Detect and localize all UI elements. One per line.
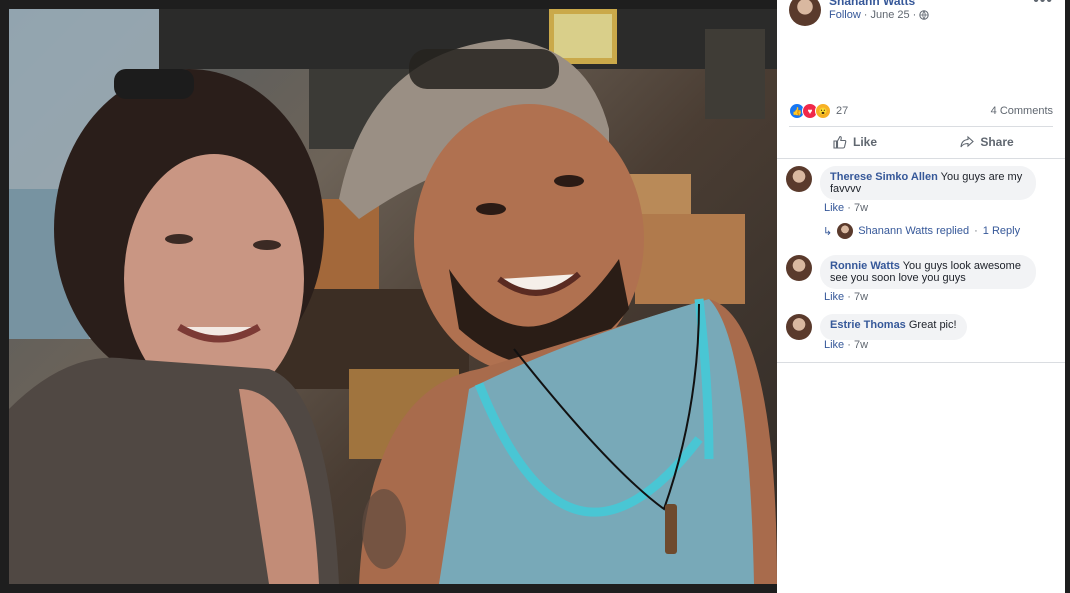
comments-count[interactable]: 4 Comments bbox=[991, 105, 1053, 117]
comment-bubble: Estrie Thomas Great pic! bbox=[820, 314, 967, 340]
comment-text: Great pic! bbox=[908, 319, 957, 331]
post-photo[interactable] bbox=[9, 9, 777, 584]
share-icon bbox=[960, 135, 975, 148]
share-label: Share bbox=[980, 135, 1014, 149]
wow-reaction-icon: 😮 bbox=[815, 103, 831, 119]
comment-age[interactable]: 7w bbox=[854, 202, 868, 214]
commenter-avatar[interactable] bbox=[786, 166, 812, 192]
comment-item: Estrie Thomas Great pic! bbox=[786, 314, 967, 340]
reaction-icons[interactable]: 👍 ♥ 😮 bbox=[789, 103, 831, 119]
comment-bubble: Ronnie Watts You guys look awesome see y… bbox=[820, 255, 1036, 289]
comment-meta: Like · 7w bbox=[824, 291, 869, 303]
comment-item: Ronnie Watts You guys look awesome see y… bbox=[786, 255, 1036, 289]
author-avatar[interactable] bbox=[789, 0, 821, 26]
like-button[interactable]: Like bbox=[789, 128, 921, 156]
comment-meta: Like · 7w bbox=[824, 339, 869, 351]
commenter-name[interactable]: Estrie Thomas bbox=[830, 319, 906, 331]
divider bbox=[777, 158, 1065, 159]
commenter-avatar[interactable] bbox=[786, 255, 812, 281]
meta-separator: · bbox=[912, 9, 917, 21]
comment-item: Therese Simko Allen You guys are my favv… bbox=[786, 166, 1036, 200]
thumbs-up-icon bbox=[833, 135, 847, 149]
reply-summary[interactable]: ↳ Shanann Watts replied · 1 Reply bbox=[823, 223, 1020, 239]
comment-meta: Like · 7w bbox=[824, 202, 869, 214]
comment-bubble: Therese Simko Allen You guys are my favv… bbox=[820, 166, 1036, 200]
globe-icon bbox=[919, 10, 929, 20]
post-date[interactable]: June 25 bbox=[870, 8, 909, 22]
reply-text[interactable]: Shanann Watts replied bbox=[858, 225, 969, 237]
meta-separator: · bbox=[974, 225, 978, 237]
window-edge bbox=[1065, 0, 1070, 593]
comment-like-link[interactable]: Like bbox=[824, 202, 844, 214]
divider bbox=[777, 362, 1065, 363]
comment-age[interactable]: 7w bbox=[854, 339, 868, 351]
reaction-count[interactable]: 27 bbox=[836, 105, 848, 117]
commenter-avatar[interactable] bbox=[786, 314, 812, 340]
reply-count-link[interactable]: 1 Reply bbox=[983, 225, 1020, 237]
replier-avatar bbox=[837, 223, 854, 239]
commenter-name[interactable]: Ronnie Watts bbox=[830, 260, 900, 272]
post-actions: Like Share bbox=[789, 128, 1053, 156]
post-header: Shanann Watts Follow · June 25 · bbox=[789, 0, 929, 28]
meta-separator: · bbox=[863, 9, 868, 21]
comment-like-link[interactable]: Like bbox=[824, 291, 844, 303]
comment-age[interactable]: 7w bbox=[854, 291, 868, 303]
photo-illustration bbox=[9, 9, 777, 584]
author-name[interactable]: Shanann Watts bbox=[829, 0, 929, 8]
share-button[interactable]: Share bbox=[921, 128, 1053, 156]
commenter-name[interactable]: Therese Simko Allen bbox=[830, 171, 938, 183]
reply-arrow-icon: ↳ bbox=[823, 225, 833, 238]
reactions-summary: 👍 ♥ 😮 27 4 Comments bbox=[789, 102, 1053, 127]
post-side-panel: Shanann Watts Follow · June 25 · ••• 👍 ♥… bbox=[777, 0, 1065, 593]
comment-like-link[interactable]: Like bbox=[824, 339, 844, 351]
follow-link[interactable]: Follow bbox=[829, 8, 861, 22]
more-icon[interactable]: ••• bbox=[1033, 0, 1053, 10]
like-label: Like bbox=[852, 135, 877, 149]
